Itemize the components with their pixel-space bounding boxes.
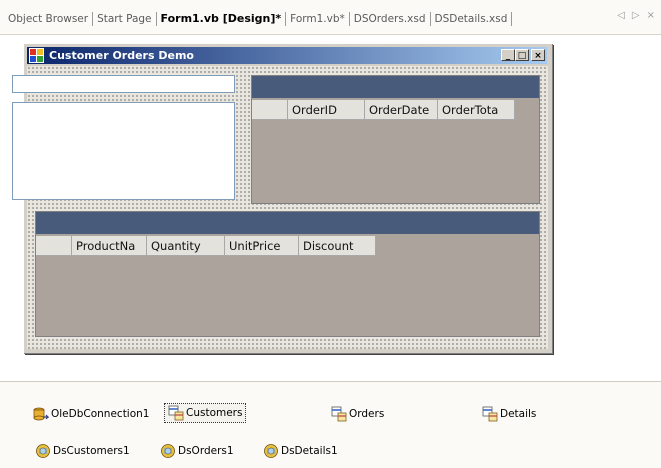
component-label: Details: [500, 408, 537, 420]
customers-dataadapter-component[interactable]: Customers: [163, 403, 247, 423]
dataset-icon: [264, 444, 278, 458]
tab-scroll-left-icon[interactable]: ◁: [617, 10, 625, 21]
column-header-discount[interactable]: Discount: [299, 236, 376, 256]
dataadapter-icon: [482, 406, 498, 422]
dataadapter-icon: [168, 405, 184, 421]
details-datagrid[interactable]: ProductNa Quantity UnitPrice Discount: [35, 211, 540, 337]
orders-grid-header: OrderID OrderDate OrderTota: [252, 100, 515, 120]
component-label: OleDbConnection1: [51, 408, 150, 420]
column-header-productname[interactable]: ProductNa: [72, 236, 147, 256]
orders-grid-caption: [252, 76, 539, 98]
oledbconnection-component[interactable]: OleDbConnection1: [33, 406, 149, 422]
minimize-button[interactable]: _: [501, 49, 515, 61]
database-connection-icon: [33, 407, 49, 421]
dsdetails-component[interactable]: DsDetails1: [263, 443, 338, 459]
column-header-orderdate[interactable]: OrderDate: [365, 100, 438, 120]
orders-dataadapter-component[interactable]: Orders: [331, 406, 384, 422]
component-label: DsOrders1: [178, 445, 234, 457]
tab-dsdetails-xsd[interactable]: DSDetails.xsd: [431, 12, 512, 26]
dataadapter-icon: [331, 406, 347, 422]
details-grid-caption: [36, 212, 539, 234]
form-titlebar[interactable]: Customer Orders Demo _ □ ×: [27, 47, 547, 64]
tab-form1-design[interactable]: Form1.vb [Design]*: [157, 12, 286, 26]
form-icon: [29, 48, 44, 63]
close-button[interactable]: ×: [531, 49, 545, 61]
orders-datagrid[interactable]: OrderID OrderDate OrderTota: [251, 75, 540, 204]
column-header-orderid[interactable]: OrderID: [288, 100, 365, 120]
tab-form1-code[interactable]: Form1.vb*: [286, 12, 349, 26]
tab-start-page[interactable]: Start Page: [93, 12, 155, 26]
details-grid-header: ProductNa Quantity UnitPrice Discount: [36, 236, 376, 256]
row-header-cell: [252, 100, 288, 120]
dataset-icon: [36, 444, 50, 458]
column-header-quantity[interactable]: Quantity: [147, 236, 225, 256]
tab-dsorders-xsd[interactable]: DSOrders.xsd: [350, 12, 430, 26]
dataset-icon: [161, 444, 175, 458]
tab-list: Object Browser Start Page Form1.vb [Desi…: [4, 11, 513, 27]
maximize-button[interactable]: □: [515, 49, 529, 61]
dscustomers-component[interactable]: DsCustomers1: [35, 443, 130, 459]
customer-textbox[interactable]: [12, 75, 235, 93]
row-header-cell: [36, 236, 72, 256]
component-label: Customers: [186, 407, 243, 419]
document-tab-strip: Object Browser Start Page Form1.vb [Desi…: [0, 0, 661, 35]
column-header-ordertotal[interactable]: OrderTota: [438, 100, 515, 120]
component-label: Orders: [349, 408, 385, 420]
column-header-unitprice[interactable]: UnitPrice: [225, 236, 299, 256]
caption-buttons: _ □ ×: [501, 49, 545, 61]
component-label: DsDetails1: [281, 445, 338, 457]
dsorders-component[interactable]: DsOrders1: [160, 443, 234, 459]
customers-listbox[interactable]: [12, 102, 235, 200]
details-dataadapter-component[interactable]: Details: [482, 406, 536, 422]
component-label: DsCustomers1: [53, 445, 130, 457]
tab-scroll-right-icon[interactable]: ▷: [632, 10, 640, 21]
tab-controls: ◁ ▷ ×: [617, 10, 655, 21]
close-tab-icon[interactable]: ×: [647, 10, 655, 21]
tab-object-browser[interactable]: Object Browser: [4, 12, 92, 26]
form-title: Customer Orders Demo: [49, 49, 194, 62]
tab-separator: [511, 12, 513, 26]
